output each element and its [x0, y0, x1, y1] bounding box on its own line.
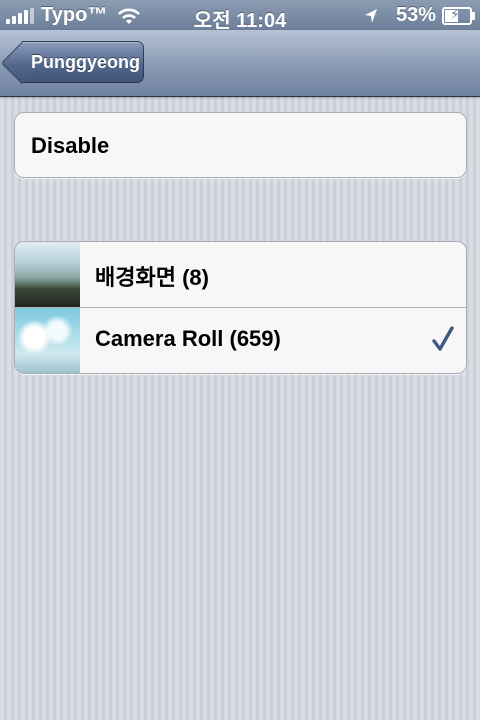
album-label: Camera Roll (659) — [95, 326, 281, 351]
album-thumbnail — [15, 308, 80, 373]
status-right: 53% ⚡ — [364, 4, 475, 27]
back-button-label: Punggyeong — [31, 51, 140, 72]
navigation-bar: Punggyeong — [0, 30, 480, 97]
album-list: 배경화면 (8) Camera Roll (659) — [14, 241, 467, 374]
album-row[interactable]: 배경화면 (8) — [15, 242, 466, 308]
location-arrow-icon — [364, 8, 377, 23]
album-row[interactable]: Camera Roll (659) — [15, 308, 466, 373]
album-thumbnail — [15, 242, 80, 307]
battery-charging-icon: ⚡ — [442, 6, 475, 25]
battery-percentage: 53% — [395, 4, 436, 26]
back-button[interactable]: Punggyeong — [0, 41, 144, 85]
disable-label: Disable — [31, 133, 110, 158]
status-bar: Typo™ 오전 11:04 53% ⚡ — [0, 0, 480, 32]
disable-cell[interactable]: Disable — [14, 112, 467, 178]
checkmark-icon — [432, 326, 454, 351]
album-label: 배경화면 (8) — [95, 265, 209, 290]
